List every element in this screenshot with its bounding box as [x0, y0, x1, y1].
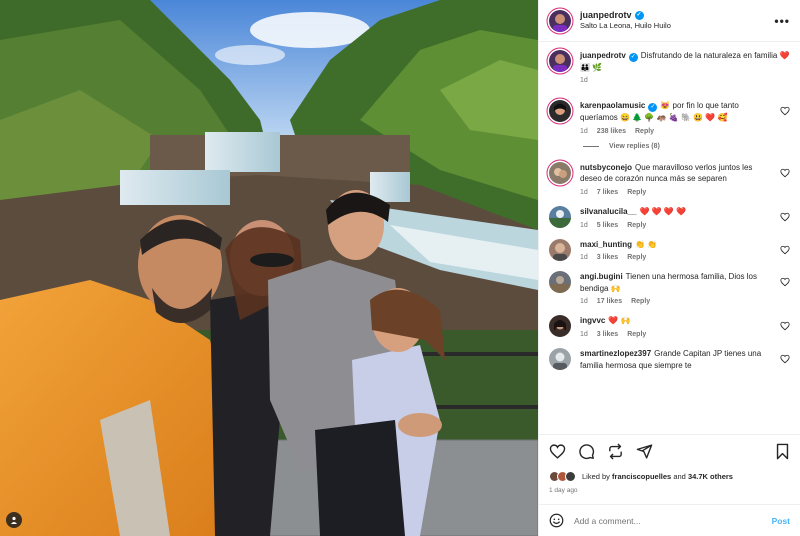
reply-button[interactable]: Reply	[631, 298, 650, 305]
more-options-icon[interactable]: •••	[774, 14, 790, 28]
comment-username[interactable]: ingvvc	[580, 316, 605, 325]
author-username[interactable]: juanpedrotv	[580, 10, 632, 21]
caption-avatar[interactable]	[549, 50, 571, 72]
comment-likes[interactable]: 3 likes	[597, 331, 618, 338]
like-comment-heart-icon[interactable]	[780, 212, 790, 222]
comment-bubble-icon[interactable]	[578, 443, 595, 460]
like-comment-heart-icon[interactable]	[780, 168, 790, 178]
comment-input[interactable]	[574, 515, 772, 526]
comment-item: nutsbyconejo Que maravilloso verlos junto…	[549, 161, 790, 197]
post-comment-button[interactable]: Post	[772, 516, 790, 526]
like-comment-heart-icon[interactable]	[780, 106, 790, 116]
comment-avatar[interactable]	[549, 315, 571, 338]
comment-time: 1d	[580, 331, 588, 339]
post-actions-bar	[539, 434, 800, 468]
comment-time: 1d	[580, 127, 588, 135]
comment-item: maxi_hunting 👏 👏 1d 3 likes Reply	[549, 238, 790, 262]
verified-badge-icon: ✓	[648, 103, 658, 113]
reply-button[interactable]: Reply	[627, 254, 646, 261]
like-comment-heart-icon[interactable]	[780, 245, 790, 255]
liked-by-prefix: Liked by	[582, 471, 610, 481]
comment-time: 1d	[580, 298, 588, 306]
post-dialog: juanpedrotv ✓ Salto La Leona, Huilo Huil…	[0, 0, 800, 536]
liked-by-and: and	[673, 471, 686, 481]
comment-text: ❤️ ❤️ ❤️ ❤️	[639, 207, 686, 217]
add-comment-bar: Post	[539, 504, 800, 536]
caption-time: 1d	[580, 77, 588, 85]
comment-time: 1d	[580, 189, 588, 197]
like-comment-heart-icon[interactable]	[780, 277, 790, 287]
verified-badge-icon: ✓	[634, 11, 644, 21]
user-tag-icon[interactable]	[6, 512, 22, 528]
replies-divider	[583, 145, 599, 147]
comment-likes[interactable]: 238 likes	[597, 128, 626, 135]
comment-likes[interactable]: 17 likes	[597, 298, 622, 305]
like-heart-icon[interactable]	[549, 443, 566, 460]
family-waterfall-photo	[0, 0, 538, 536]
likes-count[interactable]: 34.7K others	[688, 472, 733, 481]
comment-likes[interactable]: 3 likes	[597, 254, 618, 261]
comment-username[interactable]: nutsbyconejo	[580, 163, 632, 172]
comment-avatar[interactable]	[549, 348, 571, 371]
reply-button[interactable]: Reply	[627, 331, 646, 338]
post-date[interactable]: 1 day ago	[539, 484, 800, 498]
comment-avatar[interactable]	[549, 100, 571, 123]
like-comment-heart-icon[interactable]	[780, 321, 790, 331]
reply-button[interactable]: Reply	[627, 222, 646, 229]
verified-badge-icon: ✓	[628, 52, 638, 62]
comments-list[interactable]: juanpedrotv ✓ Disfrutando de la naturaleza…	[539, 42, 800, 434]
comment-avatar[interactable]	[549, 238, 571, 261]
repost-icon[interactable]	[607, 443, 624, 460]
comment-item: ingvvc ❤️ 🙌 1d 3 likes Reply	[549, 315, 790, 338]
post-header: juanpedrotv ✓ Salto La Leona, Huilo Huil…	[539, 0, 800, 42]
emoji-smiley-icon[interactable]	[549, 513, 564, 528]
comment-time: 1d	[580, 221, 588, 229]
comment-likes[interactable]: 5 likes	[597, 222, 618, 229]
caption-username[interactable]: juanpedrotv	[580, 51, 626, 60]
comment-text: ❤️ 🙌	[608, 316, 631, 326]
save-bookmark-icon[interactable]	[775, 443, 790, 460]
comment-username[interactable]: angi.bugini	[580, 272, 623, 281]
post-caption: juanpedrotv ✓ Disfrutando de la naturaleza…	[549, 50, 790, 84]
comment-text: 👏 👏	[635, 239, 658, 249]
liker-avatars[interactable]	[549, 470, 576, 482]
author-avatar[interactable]	[549, 9, 571, 32]
reply-button[interactable]: Reply	[635, 128, 654, 135]
comment-item: karenpaolamusic ✓ 😻 por fin lo que tanto q…	[549, 100, 790, 135]
comment-avatar[interactable]	[549, 206, 571, 229]
like-comment-heart-icon[interactable]	[780, 354, 790, 364]
comment-item: silvanalucila__ ❤️ ❤️ ❤️ ❤️ 1d 5 likes Re…	[549, 206, 790, 229]
comment-username[interactable]: silvanalucila__	[580, 207, 636, 216]
comment-avatar[interactable]	[549, 271, 571, 294]
comment-time: 1d	[580, 254, 588, 262]
liked-by-user[interactable]: franciscopuelles	[612, 472, 671, 481]
comment-username[interactable]: smartinezlopez397	[580, 349, 651, 358]
likes-summary: Liked by franciscopuelles and 34.7K othe…	[539, 468, 800, 484]
comment-username[interactable]: karenpaolamusic	[580, 101, 645, 110]
comment-item: smartinezlopez397 Grande Capitan JP tiene…	[549, 348, 790, 371]
post-side-panel: juanpedrotv ✓ Salto La Leona, Huilo Huil…	[538, 0, 800, 536]
comment-username[interactable]: maxi_hunting	[580, 240, 632, 249]
comment-item: angi.bugini Tienen una hermosa familia, D…	[549, 271, 790, 305]
comment-likes[interactable]: 7 likes	[597, 189, 618, 196]
view-replies-label: View replies (8)	[609, 142, 660, 150]
post-photo[interactable]	[0, 0, 538, 536]
view-replies-button[interactable]: View replies (8)	[583, 143, 790, 150]
comment-avatar[interactable]	[549, 161, 571, 184]
reply-button[interactable]: Reply	[627, 189, 646, 196]
post-location[interactable]: Salto La Leona, Huilo Huilo	[580, 21, 774, 30]
share-paper-plane-icon[interactable]	[636, 443, 653, 460]
